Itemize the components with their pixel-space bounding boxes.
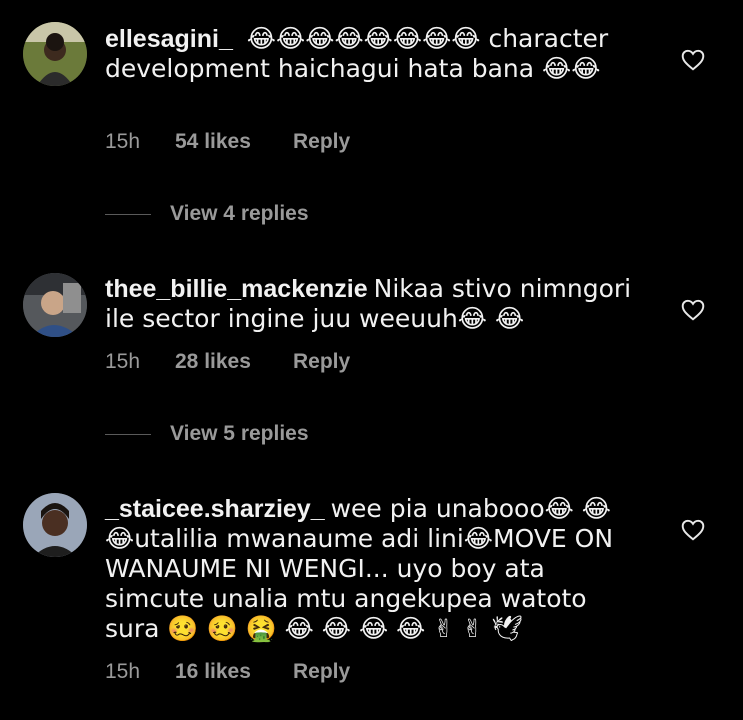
avatar[interactable] (23, 22, 87, 86)
comment-time: 15h (105, 130, 141, 153)
comment-likes[interactable]: 28 likes (175, 350, 293, 374)
comment-time: 15h (105, 350, 141, 373)
comment-meta: 15h 54 likes Reply (105, 130, 350, 154)
reply-button[interactable]: Reply (293, 350, 350, 374)
comment-meta: 15h 16 likes Reply (105, 660, 350, 684)
heart-outline-icon[interactable] (680, 297, 706, 323)
comment-time: 15h (105, 660, 141, 683)
comment-username[interactable]: ellesagini_ (105, 25, 233, 53)
view-replies-button[interactable]: View 5 replies (105, 422, 309, 446)
avatar[interactable] (23, 493, 87, 557)
replies-divider (105, 213, 151, 215)
view-replies-button[interactable]: View 4 replies (105, 202, 309, 226)
view-replies-label: View 4 replies (170, 202, 309, 225)
heart-outline-icon[interactable] (680, 517, 706, 543)
avatar-woman-outdoors-icon (23, 22, 87, 86)
avatar[interactable] (23, 273, 87, 337)
reply-button[interactable]: Reply (293, 130, 350, 154)
comment-username[interactable]: thee_billie_mackenzie (105, 275, 368, 303)
avatar-person-in-car-icon (23, 273, 87, 337)
comment-text: ellesagini_ 😂😂😂😂😂😂😂😂 character developme… (105, 24, 645, 84)
reply-button[interactable]: Reply (293, 660, 350, 684)
comment-meta: 15h 28 likes Reply (105, 350, 350, 374)
comment-text: thee_billie_mackenzie Nikaa stivo nimngor… (105, 274, 645, 334)
view-replies-label: View 5 replies (170, 422, 309, 445)
comment-text: _staicee.sharziey_ wee pia unabooo😂 😂 😂ut… (105, 494, 645, 644)
heart-outline-icon[interactable] (680, 47, 706, 73)
comment-likes[interactable]: 54 likes (175, 130, 293, 154)
comment-likes[interactable]: 16 likes (175, 660, 293, 684)
avatar-woman-smiling-icon (23, 493, 87, 557)
replies-divider (105, 433, 151, 435)
comment-username[interactable]: _staicee.sharziey_ (105, 495, 325, 523)
